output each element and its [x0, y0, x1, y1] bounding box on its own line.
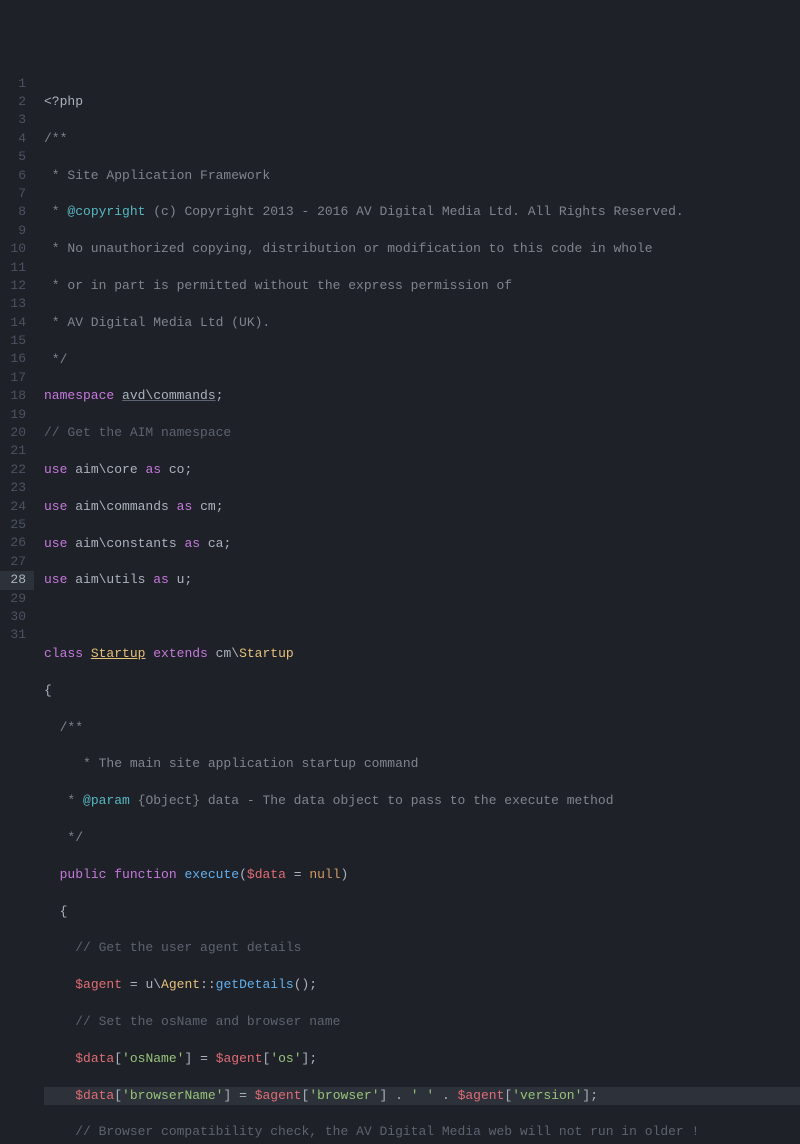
line-number: 10 — [0, 240, 34, 258]
code-line: /** — [44, 130, 800, 148]
line-number: 21 — [0, 442, 34, 460]
code-line: // Get the user agent details — [44, 939, 800, 957]
code-line: use aim\commands as cm; — [44, 498, 800, 516]
line-number: 2 — [0, 93, 34, 111]
line-number: 12 — [0, 277, 34, 295]
code-editor[interactable]: 1234567891011121314151617181920212223242… — [0, 74, 800, 646]
code-line: use aim\core as co; — [44, 461, 800, 479]
line-number-gutter: 1234567891011121314151617181920212223242… — [0, 74, 34, 646]
code-line: { — [44, 682, 800, 700]
line-number: 30 — [0, 608, 34, 626]
code-line: { — [44, 903, 800, 921]
code-line: */ — [44, 829, 800, 847]
code-line: * Site Application Framework — [44, 167, 800, 185]
line-number: 5 — [0, 148, 34, 166]
line-number: 9 — [0, 222, 34, 240]
line-number: 1 — [0, 75, 34, 93]
code-line: * No unauthorized copying, distribution … — [44, 240, 800, 258]
line-number: 8 — [0, 203, 34, 221]
code-line: use aim\utils as u; — [44, 571, 800, 589]
line-number: 3 — [0, 111, 34, 129]
code-line: namespace avd\commands; — [44, 387, 800, 405]
line-number: 24 — [0, 498, 34, 516]
code-line-current: $data['browserName'] = $agent['browser']… — [44, 1087, 800, 1105]
line-number: 22 — [0, 461, 34, 479]
line-number: 18 — [0, 387, 34, 405]
line-number: 7 — [0, 185, 34, 203]
line-number: 15 — [0, 332, 34, 350]
code-line: <?php — [44, 93, 800, 111]
line-number: 23 — [0, 479, 34, 497]
code-line: * @copyright (c) Copyright 2013 - 2016 A… — [44, 203, 800, 221]
line-number: 26 — [0, 534, 34, 552]
code-line: * The main site application startup comm… — [44, 755, 800, 773]
code-line: public function execute($data = null) — [44, 866, 800, 884]
line-number: 19 — [0, 406, 34, 424]
code-line: // Get the AIM namespace — [44, 424, 800, 442]
line-number: 13 — [0, 295, 34, 313]
code-line: * AV Digital Media Ltd (UK). — [44, 314, 800, 332]
line-number: 6 — [0, 167, 34, 185]
code-line: // Set the osName and browser name — [44, 1013, 800, 1031]
code-line: $data['osName'] = $agent['os']; — [44, 1050, 800, 1068]
code-line: */ — [44, 351, 800, 369]
line-number: 25 — [0, 516, 34, 534]
code-line: * or in part is permitted without the ex… — [44, 277, 800, 295]
code-line: /** — [44, 719, 800, 737]
line-number: 31 — [0, 626, 34, 644]
code-line: // Browser compatibility check, the AV D… — [44, 1123, 800, 1141]
code-area[interactable]: <?php /** * Site Application Framework *… — [34, 74, 800, 646]
code-line — [44, 608, 800, 626]
code-line: class Startup extends cm\Startup — [44, 645, 800, 663]
line-number: 11 — [0, 259, 34, 277]
line-number: 28 — [0, 571, 34, 589]
line-number: 20 — [0, 424, 34, 442]
line-number: 17 — [0, 369, 34, 387]
code-line: * @param {Object} data - The data object… — [44, 792, 800, 810]
line-number: 27 — [0, 553, 34, 571]
line-number: 29 — [0, 590, 34, 608]
line-number: 4 — [0, 130, 34, 148]
code-line: use aim\constants as ca; — [44, 535, 800, 553]
line-number: 14 — [0, 314, 34, 332]
code-line: $agent = u\Agent::getDetails(); — [44, 976, 800, 994]
line-number: 16 — [0, 350, 34, 368]
